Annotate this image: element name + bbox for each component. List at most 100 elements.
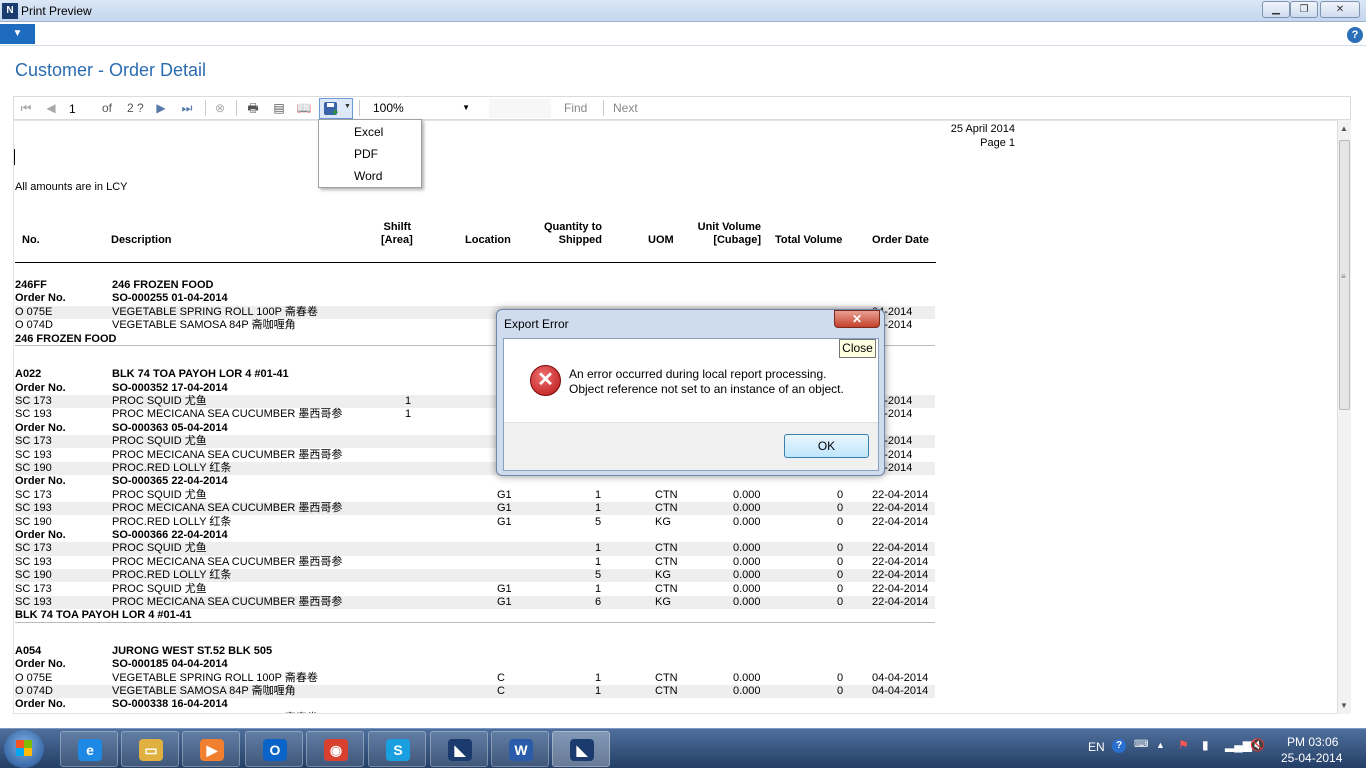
print-icon[interactable]: 🖶	[245, 100, 261, 116]
action-center-icon[interactable]: ⚑	[1178, 738, 1189, 752]
taskbar-app-nav2[interactable]: ◣	[552, 731, 610, 767]
taskbar-app-chrome[interactable]: ◉	[306, 731, 364, 767]
taskbar-app-ie[interactable]: e	[60, 731, 118, 767]
previous-page-icon[interactable]: ◀	[43, 100, 59, 116]
last-page-icon[interactable]: ⏭	[179, 100, 195, 116]
dialog-close-button[interactable]: ✕	[834, 310, 880, 328]
cell-no: Order No.	[15, 475, 66, 488]
chevron-down-icon: ▼	[462, 103, 470, 112]
toolbar-divider	[205, 100, 206, 116]
export-button[interactable]: + ▼	[319, 98, 353, 119]
close-window-button[interactable]: ✕	[1320, 1, 1360, 18]
power-icon[interactable]: ▮	[1202, 738, 1209, 752]
table-row: O 075E VEGETABLE SPRING ROLL 100P 斋春卷 1 C 2 C…	[15, 712, 935, 713]
plus-icon: +	[332, 107, 339, 119]
cell-loc: G1	[497, 502, 512, 515]
column-header-quantity-line2: Shipped	[558, 234, 602, 246]
cell-date: 22-04-2014	[872, 515, 929, 528]
cell-qty: 5	[595, 569, 602, 582]
page-title: Customer - Order Detail	[15, 60, 207, 80]
clock-date[interactable]: 25-04-2014	[1281, 751, 1342, 765]
cell-qty: 2	[595, 712, 601, 713]
cell-desc: VEGETABLE SAMOSA 84P 斋咖喱角	[112, 319, 296, 332]
total-pages-label: 2 ?	[127, 101, 144, 115]
find-next-button[interactable]: Next	[613, 101, 638, 115]
cell-uom: CTN	[655, 582, 678, 595]
cell-desc: PROC.RED LOLLY 红条	[112, 515, 232, 528]
application-menu-button[interactable]: ▼	[0, 24, 35, 44]
table-row: O 075E VEGETABLE SPRING ROLL 100P 斋春卷 C 1 CT…	[15, 672, 935, 685]
explorer-icon: ▭	[139, 739, 163, 761]
export-excel-item[interactable]: Excel	[354, 125, 383, 139]
column-header-unit-volume-line1: Unit Volume	[697, 221, 761, 233]
scroll-up-icon[interactable]: ▲	[1340, 124, 1348, 133]
keyboard-icon[interactable]: ⌨	[1134, 739, 1148, 750]
find-input[interactable]	[489, 99, 551, 118]
help-icon[interactable]: ?	[1347, 27, 1363, 43]
cell-date: 04-04-2014	[872, 671, 929, 684]
column-header-quantity-line1: Quantity to	[543, 221, 602, 233]
taskbar-app-explorer[interactable]: ▭	[121, 731, 179, 767]
taskbar-app-outlook[interactable]: O	[245, 731, 303, 767]
maximize-button[interactable]: ❐	[1290, 1, 1318, 18]
cell-desc: PROC.RED LOLLY 红条	[112, 569, 232, 582]
taskbar-app-media[interactable]: ▶	[182, 731, 240, 767]
language-indicator[interactable]: EN	[1088, 740, 1105, 754]
export-pdf-item[interactable]: PDF	[354, 147, 378, 161]
cell-tvol: 0	[837, 488, 844, 501]
cell-uom: CTN	[655, 502, 678, 515]
cell-qty: 6	[595, 595, 602, 608]
print-layout-icon[interactable]: ▤	[271, 100, 287, 116]
next-page-icon[interactable]: ▶	[153, 100, 169, 116]
close-tooltip: Close	[839, 339, 876, 358]
order-header-row: Order No. SO-000255 01-04-2014	[15, 292, 935, 305]
cell-desc: SO-000338 16-04-2014	[112, 698, 228, 711]
cell-tvol: 0	[837, 685, 844, 697]
ok-button[interactable]: OK	[784, 434, 869, 458]
cell-no: SC 190	[15, 515, 52, 528]
taskbar: e ▭ ▶ O ◉ S ◣ W ◣ EN ? ⌨ ▲ ⚑ ▮ ▂▄▆ 🔇 PM 03:06 25…	[0, 728, 1366, 768]
error-message-line2: Object reference not set to an instance …	[569, 382, 844, 396]
cell-no: SC 193	[15, 448, 52, 461]
cell-shelf: 1	[405, 394, 412, 407]
taskbar-app-nav1[interactable]: ◣	[430, 731, 488, 767]
order-header-row: Order No. SO-000185 04-04-2014	[15, 658, 935, 671]
minimize-button[interactable]: ▁	[1262, 1, 1290, 18]
cell-desc: VEGETABLE SPRING ROLL 100P 斋春卷	[112, 712, 318, 713]
find-button[interactable]: Find	[564, 101, 587, 115]
cell-uom: KG	[655, 515, 671, 528]
cell-no: A054	[15, 644, 42, 657]
column-header-quantity: Quantity to Shipped	[532, 221, 602, 247]
page-setup-icon[interactable]: 📖	[296, 100, 312, 116]
zoom-select[interactable]: 100% ▼	[366, 99, 472, 118]
current-page-input[interactable]	[66, 99, 94, 118]
cell-qty: 1	[595, 685, 602, 697]
cell-desc: PROC SQUID 尤鱼	[112, 488, 207, 501]
first-page-icon[interactable]: ⏮	[18, 100, 34, 116]
cell-no: 246FF	[15, 279, 47, 291]
table-row: SC 193 PROC MECICANA SEA CUCUMBER 墨西哥参 G1 1…	[15, 502, 935, 516]
clock-time[interactable]: PM 03:06	[1287, 735, 1338, 749]
cell-uvol: 0.000	[733, 555, 761, 568]
taskbar-app-skype[interactable]: S	[368, 731, 426, 767]
cell-no: A022	[15, 368, 42, 381]
cell-desc: SO-000366 22-04-2014	[112, 528, 228, 541]
word-icon: W	[509, 739, 533, 761]
cell-loc: G1	[497, 488, 512, 501]
network-icon[interactable]: ▂▄▆	[1225, 738, 1252, 752]
help-tray-icon[interactable]: ?	[1112, 739, 1126, 753]
scroll-down-icon[interactable]: ▼	[1340, 701, 1348, 710]
stop-icon[interactable]: ⊗	[212, 100, 228, 116]
export-word-item[interactable]: Word	[354, 169, 382, 183]
vertical-scrollbar[interactable]: ▲ ≡ ▼	[1337, 120, 1351, 714]
taskbar-app-word[interactable]: W	[491, 731, 549, 767]
error-message-line1: An error occurred during local report pr…	[569, 367, 827, 381]
show-hidden-icons-icon[interactable]: ▲	[1156, 740, 1165, 750]
cell-no: Order No.	[15, 698, 66, 711]
volume-muted-icon[interactable]: 🔇	[1250, 738, 1265, 752]
start-button[interactable]	[4, 730, 44, 768]
cell-desc: PROC SQUID 尤鱼	[112, 542, 207, 555]
cell-desc: VEGETABLE SPRING ROLL 100P 斋春卷	[112, 671, 318, 684]
cell-no: SC 190	[15, 461, 52, 474]
ribbon-bar: ▼ ?	[0, 22, 1366, 46]
